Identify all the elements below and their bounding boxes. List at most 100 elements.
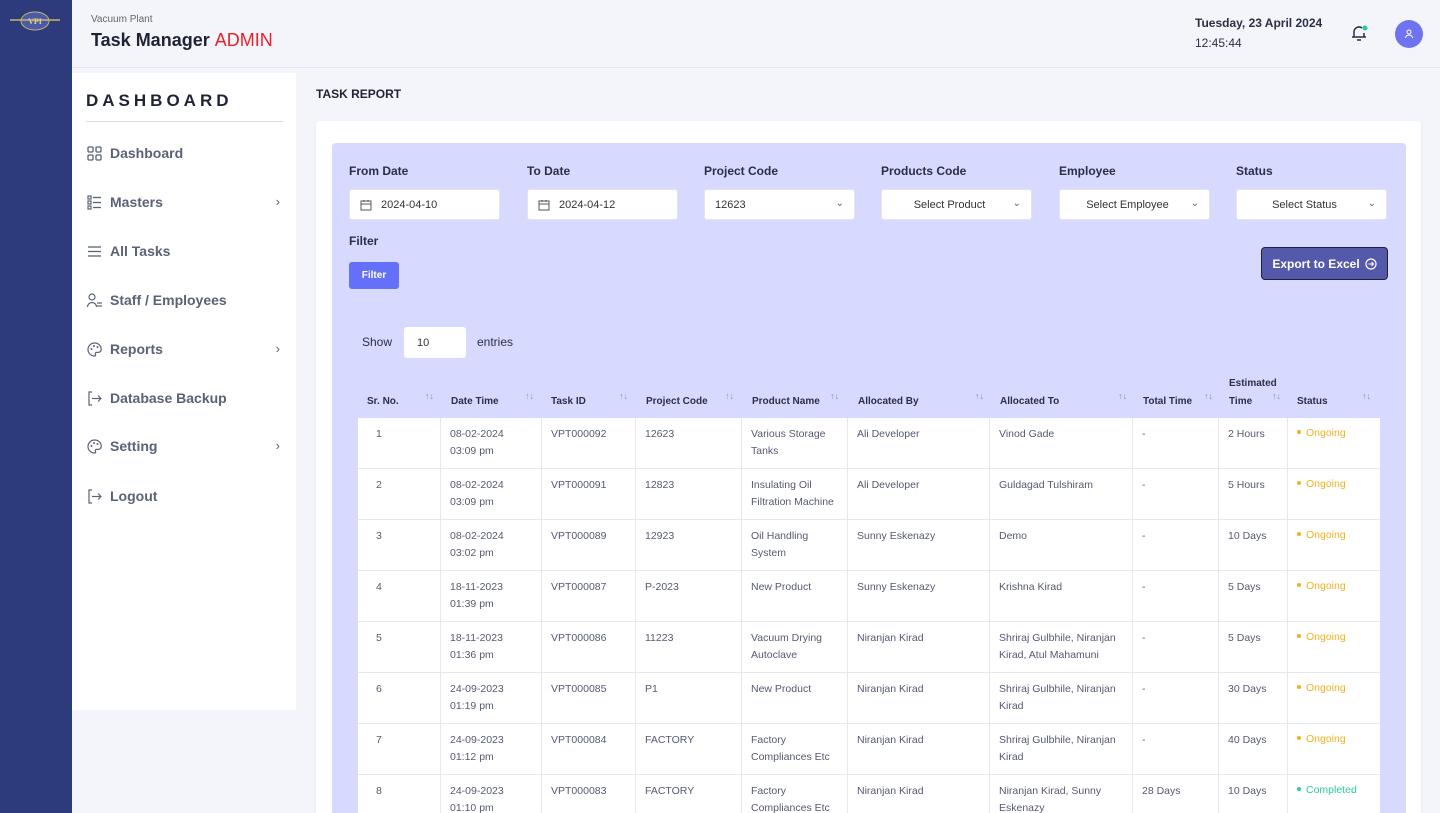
table-row[interactable]: 7 24-09-2023 01:12 pm VPT000084 FACTORY Facto… xyxy=(358,724,1380,775)
sort-icon[interactable]: ↑↓ xyxy=(1204,391,1213,401)
cell-allocated-to: Shriraj Gulbhile, Niranjan Kirad xyxy=(999,734,1116,763)
column-header-status[interactable]: Status xyxy=(1297,396,1328,407)
sidebar-item-reports[interactable]: Reports › xyxy=(86,337,286,361)
header-time: 12:45:44 xyxy=(1195,36,1242,50)
cell-project-code: FACTORY xyxy=(645,785,695,797)
column-header-task-id[interactable]: Task ID xyxy=(551,396,586,407)
column-header-allocated-to[interactable]: Allocated To xyxy=(1000,396,1059,407)
status-dot-icon xyxy=(1297,634,1301,639)
column-header-sr-no[interactable]: Sr. No. xyxy=(367,396,399,407)
filter-label: Filter xyxy=(349,234,379,248)
cell-product-name: Various Storage Tanks xyxy=(751,428,826,457)
table-row[interactable]: 3 08-02-2024 03:02 pm VPT000089 12923 Oil Han… xyxy=(358,520,1380,571)
header-date: Tuesday, 23 April 2024 xyxy=(1195,16,1323,30)
table-row[interactable]: 2 08-02-2024 03:09 pm VPT000091 12823 Insulat… xyxy=(358,469,1380,520)
table-row[interactable]: 1 08-02-2024 03:09 pm VPT000092 12623 Various… xyxy=(358,418,1380,469)
cell-allocated-by: Ali Developer xyxy=(857,479,920,491)
status-value: Select Status xyxy=(1272,198,1337,211)
from-date-input[interactable]: 2024-04-10 xyxy=(349,189,500,220)
cell-estimated-time: 40 Days xyxy=(1228,734,1267,746)
products-code-label: Products Code xyxy=(881,164,967,178)
sidebar-item-all-tasks[interactable]: All Tasks xyxy=(86,239,286,263)
cell-date-time: 08-02-2024 03:09 pm xyxy=(450,479,504,508)
column-header-estimated[interactable]: Estimated xyxy=(1229,378,1277,389)
sidebar-item-masters[interactable]: Masters › xyxy=(86,190,286,214)
sort-icon[interactable]: ↑↓ xyxy=(1272,391,1281,401)
cell-task-id: VPT000084 xyxy=(551,734,607,746)
cell-total-time: - xyxy=(1142,581,1146,593)
from-date-label: From Date xyxy=(349,164,409,178)
sidebar-item-dashboard[interactable]: Dashboard xyxy=(86,141,286,165)
sidebar-item-database-backup[interactable]: Database Backup xyxy=(86,386,286,410)
sort-icon[interactable]: ↑↓ xyxy=(725,391,734,401)
cell-task-id: VPT000086 xyxy=(551,632,607,644)
sort-icon[interactable]: ↑↓ xyxy=(1362,391,1371,401)
cell-product-name: New Product xyxy=(751,683,812,695)
sidebar-item-staff[interactable]: Staff / Employees xyxy=(86,288,286,312)
cell-date-time: 24-09-2023 01:19 pm xyxy=(450,683,504,712)
cell-total-time: - xyxy=(1142,530,1146,542)
user-icon xyxy=(1405,29,1413,39)
cell-total-time: - xyxy=(1142,632,1146,644)
sidebar-item-label: Logout xyxy=(110,488,158,504)
entries-count-input[interactable]: 10 xyxy=(404,327,466,358)
employee-select[interactable]: Select Employee ⌄ xyxy=(1059,189,1210,220)
cell-allocated-by: Ali Developer xyxy=(857,428,920,440)
sort-icon[interactable]: ↑↓ xyxy=(975,391,984,401)
column-header-date-time[interactable]: Date Time xyxy=(451,396,499,407)
cell-product-name: Insulating Oil Filtration Machine xyxy=(751,479,834,508)
filter-button[interactable]: Filter xyxy=(349,262,399,289)
cell-date-time: 24-09-2023 01:12 pm xyxy=(450,734,504,763)
status-dot-icon xyxy=(1297,481,1301,486)
cell-date-time: 24-09-2023 01:10 pm xyxy=(450,785,504,813)
cell-allocated-by: Niranjan Kirad xyxy=(857,785,924,797)
table-row[interactable]: 4 18-11-2023 01:39 pm VPT000087 P-2023 New Pr… xyxy=(358,571,1380,622)
plant-name: Vacuum Plant xyxy=(91,14,153,25)
cell-sr-no: 1 xyxy=(376,428,382,440)
sidebar-item-label: Dashboard xyxy=(110,145,184,161)
sidebar-item-label: All Tasks xyxy=(110,243,171,259)
status-badge: Ongoing xyxy=(1297,682,1346,694)
sidebar-title: DASHBOARD xyxy=(86,91,233,110)
cell-product-name: Vacuum Drying Autoclave xyxy=(751,632,822,661)
calendar-icon xyxy=(538,199,550,210)
column-header-time[interactable]: Time xyxy=(1229,396,1252,407)
to-date-input[interactable]: 2024-04-12 xyxy=(527,189,678,220)
app-role: ADMIN xyxy=(214,30,273,50)
cell-date-time: 08-02-2024 03:09 pm xyxy=(450,428,504,457)
employee-value: Select Employee xyxy=(1086,198,1169,211)
cell-project-code: P-2023 xyxy=(645,581,679,593)
project-code-select[interactable]: 12623 ⌄ xyxy=(704,189,855,220)
sidebar-item-setting[interactable]: Setting › xyxy=(86,434,286,458)
sort-icon[interactable]: ↑↓ xyxy=(425,391,434,401)
sort-icon[interactable]: ↑↓ xyxy=(619,391,628,401)
status-badge: Ongoing xyxy=(1297,580,1346,592)
cell-date-time: 08-02-2024 03:02 pm xyxy=(450,530,504,559)
status-badge: Ongoing xyxy=(1297,733,1346,745)
products-code-select[interactable]: Select Product ⌄ xyxy=(881,189,1032,220)
sort-icon[interactable]: ↑↓ xyxy=(525,391,534,401)
sort-icon[interactable]: ↑↓ xyxy=(830,391,839,401)
notification-bell-icon[interactable] xyxy=(1349,22,1369,44)
column-header-project-code[interactable]: Project Code xyxy=(646,396,708,407)
status-dot-icon xyxy=(1297,685,1301,690)
column-header-total-time[interactable]: Total Time xyxy=(1143,396,1192,407)
export-to-excel-button[interactable]: Export to Excel xyxy=(1261,247,1388,280)
column-header-allocated-by[interactable]: Allocated By xyxy=(858,396,919,407)
sort-icon[interactable]: ↑↓ xyxy=(1118,391,1127,401)
cell-project-code: 12923 xyxy=(645,530,675,542)
cell-allocated-to: Krishna Kirad xyxy=(999,581,1063,593)
status-label: Status xyxy=(1236,164,1273,178)
column-header-product-name[interactable]: Product Name xyxy=(752,396,820,407)
table-row[interactable]: 8 24-09-2023 01:10 pm VPT000083 FACTORY Facto… xyxy=(358,775,1380,813)
cell-allocated-by: Sunny Eskenazy xyxy=(857,581,936,593)
status-select[interactable]: Select Status ⌄ xyxy=(1236,189,1387,220)
cell-total-time: - xyxy=(1142,734,1146,746)
sidebar-item-logout[interactable]: Logout xyxy=(86,484,286,508)
company-logo-icon[interactable]: VPI xyxy=(8,8,62,34)
status-badge: Ongoing xyxy=(1297,478,1346,490)
table-row[interactable]: 5 18-11-2023 01:36 pm VPT000086 11223 Vacuum … xyxy=(358,622,1380,673)
table-row[interactable]: 6 24-09-2023 01:19 pm VPT000085 P1 New Produc… xyxy=(358,673,1380,724)
user-avatar[interactable] xyxy=(1395,20,1423,48)
cell-estimated-time: 5 Days xyxy=(1228,581,1261,593)
